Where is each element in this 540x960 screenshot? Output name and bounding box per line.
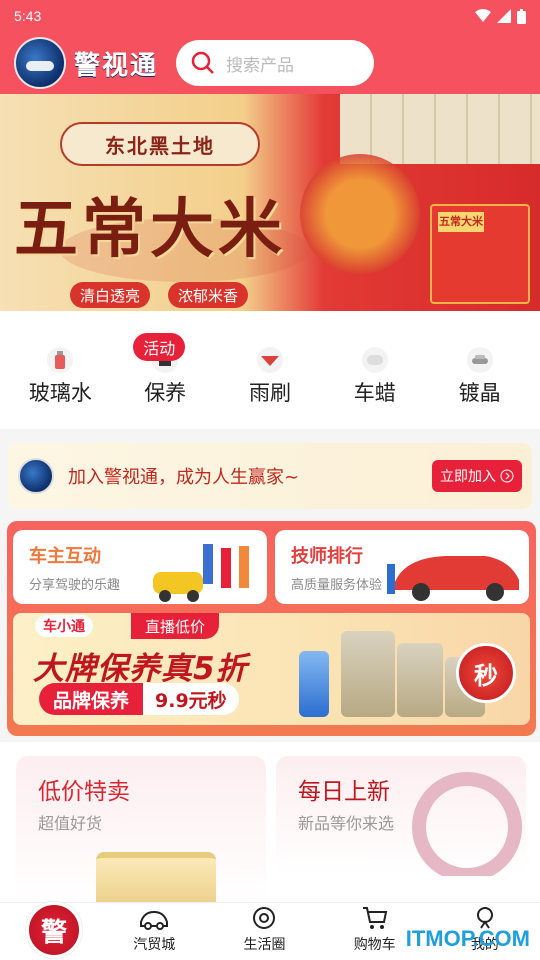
steering-cover-image [412, 772, 522, 876]
battery-icon [517, 8, 526, 24]
status-icons [475, 8, 526, 24]
glass-water-icon [47, 347, 74, 373]
oil-bottle [341, 631, 395, 717]
category-glass-water[interactable]: 玻璃水 [14, 311, 106, 429]
low-price-sale-tile[interactable]: 低价特卖 超值好货 [16, 756, 266, 906]
rice-box-label: 五常大米 [438, 212, 484, 232]
app-header: 警视通 搜索产品 [0, 32, 540, 94]
tab-auto-mall[interactable]: 汽贸城 [99, 903, 209, 960]
category-label: 雨刷 [248, 381, 291, 405]
promo-section: 车主互动 分享驾驶的乐趣 技师排行 高质量服务体验 车小通 直播低价 大牌保养真… [7, 521, 536, 736]
wifi-icon [475, 9, 491, 22]
hero-banner[interactable]: 五常大米 东北黑土地 五常大米 清白透亮 浓郁米香 [0, 94, 540, 311]
search-placeholder: 搜索产品 [226, 55, 295, 76]
join-bar[interactable]: 加入警视通，成为人生赢家~ 立即加入 [8, 443, 532, 509]
live-headline: 大牌保养真5折 [33, 651, 248, 687]
join-logo [18, 458, 54, 494]
tab-label: 生活圈 [243, 937, 286, 953]
product-bucket-image [96, 852, 216, 906]
category-wiper[interactable]: 雨刷 [224, 311, 316, 429]
status-time: 5:43 [14, 8, 42, 24]
search-input[interactable]: 搜索产品 [176, 40, 375, 86]
app-logo[interactable] [14, 37, 66, 89]
car-icon [140, 910, 169, 930]
price-tag: 9.9元秒 [143, 683, 239, 715]
live-sale-banner[interactable]: 车小通 直播低价 大牌保养真5折 品牌保养 9.9元秒 秒 [13, 613, 530, 725]
rice-box: 五常大米 [430, 204, 530, 304]
home-button[interactable]: 警 [26, 902, 82, 958]
category-maintenance[interactable]: 活动 保养 [119, 311, 211, 429]
category-bar: 玻璃水 活动 保养 雨刷 车蜡 镀晶 [0, 311, 540, 429]
banner-tag: 东北黑土地 [60, 122, 260, 166]
coating-car-icon [466, 347, 493, 373]
signal-icon [497, 9, 511, 23]
koi-illustration [300, 154, 420, 274]
category-label: 镀晶 [458, 381, 501, 405]
tab-label: 汽贸城 [133, 937, 176, 953]
owner-interaction-card[interactable]: 车主互动 分享驾驶的乐趣 [13, 530, 267, 604]
brand-name: 警视通 [74, 50, 159, 81]
banner-chip: 清白透亮 [70, 282, 151, 308]
compass-icon [253, 907, 276, 929]
seckill-button[interactable]: 秒 [456, 643, 516, 703]
washer-fluid-bottle [299, 651, 329, 717]
brand-maintenance-tag: 品牌保养 [39, 683, 144, 715]
join-text: 加入警视通，成为人生赢家~ [68, 467, 300, 488]
arrow-right-circle-icon [500, 469, 514, 483]
category-coating[interactable]: 镀晶 [434, 311, 526, 429]
category-wax[interactable]: 车蜡 [329, 311, 421, 429]
oil-bottle [397, 643, 443, 717]
feature-tiles: 低价特卖 超值好货 每日上新 新品等你来选 [0, 742, 540, 906]
join-now-button[interactable]: 立即加入 [432, 460, 522, 492]
people-car-illustration [153, 544, 249, 602]
category-label: 保养 [144, 381, 187, 405]
activity-badge: 活动 [133, 333, 186, 361]
watermark: ITMOP.COM [405, 926, 530, 951]
category-label: 车蜡 [353, 381, 396, 405]
search-icon [191, 51, 214, 74]
wiper-icon [256, 347, 283, 373]
daily-new-tile[interactable]: 每日上新 新品等你来选 [276, 756, 526, 876]
status-bar: 5:43 [0, 0, 540, 32]
cart-icon [362, 907, 387, 929]
tab-label: 购物车 [353, 937, 396, 953]
rice-stack-image [340, 94, 540, 164]
technician-ranking-card[interactable]: 技师排行 高质量服务体验 [275, 530, 529, 604]
wax-icon [361, 347, 388, 373]
banner-title: 五常大米 [14, 192, 286, 267]
car-tag: 车小通 [35, 615, 93, 637]
tile-subtitle: 超值好货 [38, 814, 103, 833]
tab-life-circle[interactable]: 生活圈 [209, 903, 319, 960]
category-label: 玻璃水 [28, 381, 92, 405]
live-tag: 直播低价 [131, 613, 220, 639]
car-repair-illustration [387, 556, 519, 601]
join-now-label: 立即加入 [440, 469, 496, 485]
tile-title: 低价特卖 [38, 779, 130, 805]
banner-chip: 浓郁米香 [168, 282, 249, 308]
price-row: 品牌保养 9.9元秒 [39, 683, 239, 715]
